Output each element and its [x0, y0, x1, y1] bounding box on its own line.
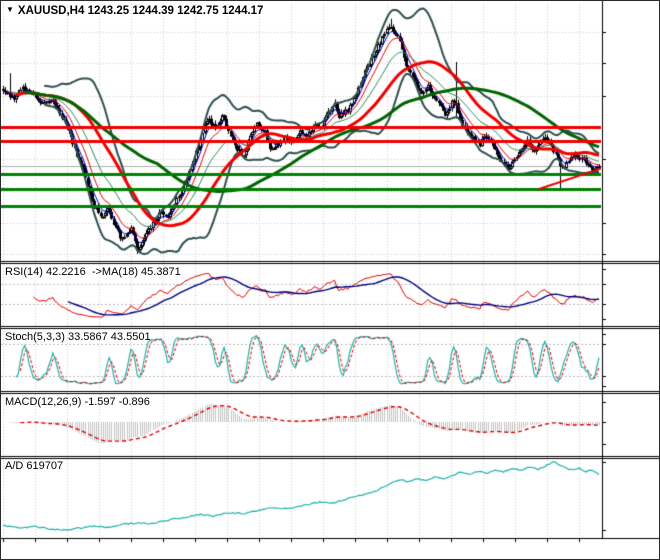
chart-window: ▼XAUUSD,H4 1243.25 1244.39 1242.75 1244.… — [0, 0, 660, 560]
chart-menu-arrow-icon[interactable]: ▼ — [6, 5, 14, 14]
chart-canvas[interactable] — [1, 1, 660, 560]
price-axis[interactable]: 1291.601280.501269.101246.601224.101213.… — [603, 1, 660, 539]
time-axis[interactable]: 25 Apr 20172 May 04:009 May 08:0016 May … — [1, 539, 660, 560]
